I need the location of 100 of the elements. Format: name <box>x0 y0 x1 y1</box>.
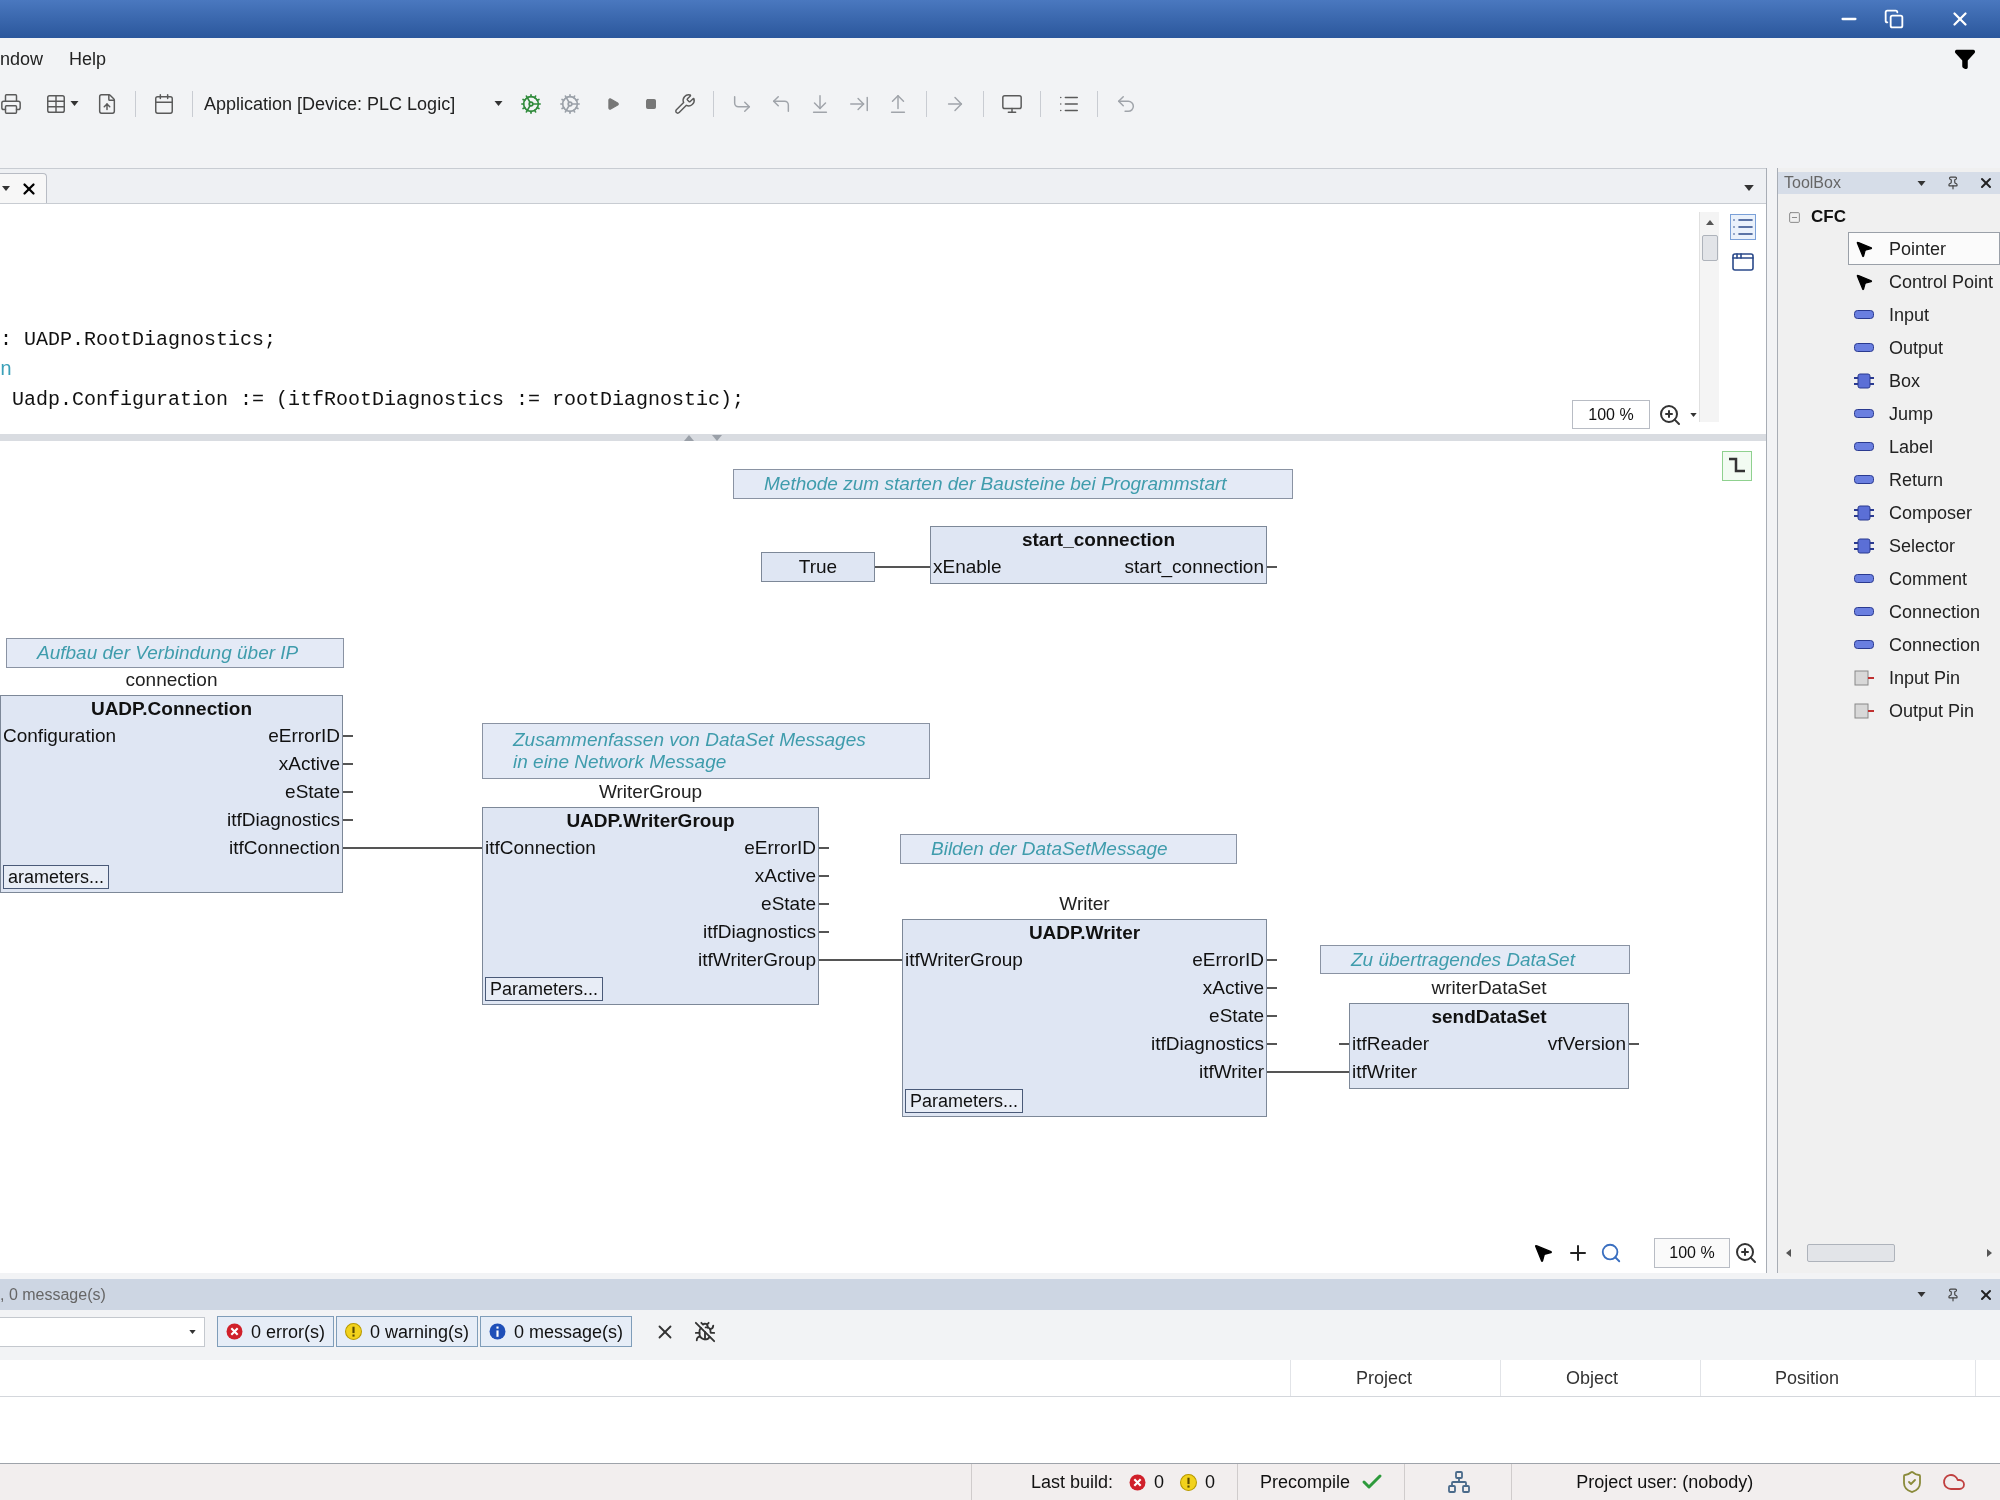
menu-item[interactable]: Help <box>69 47 107 70</box>
caret-down-icon[interactable] <box>70 101 79 106</box>
toolbox-item[interactable]: Label <box>1848 430 2000 463</box>
shield-icon[interactable] <box>1900 1470 1924 1494</box>
column-header[interactable]: Object <box>1500 1360 1700 1396</box>
toolbox-category[interactable]: CFC <box>1811 207 1846 227</box>
restore-icon[interactable] <box>1884 9 1904 29</box>
toolbox-item[interactable]: Comment <box>1848 562 2000 595</box>
bar-icon <box>1854 310 1874 319</box>
caret-down-icon[interactable] <box>1917 180 1926 186</box>
arrow-right-icon[interactable] <box>1987 1249 1992 1257</box>
arrow-left-icon[interactable] <box>1786 1249 1791 1257</box>
pin-icon[interactable] <box>1946 1287 1960 1302</box>
bar-icon <box>1854 442 1874 451</box>
function-block[interactable]: start_connection xEnable start_connection <box>930 526 1267 584</box>
calendar-icon[interactable] <box>153 92 175 115</box>
output-pin-label: eState <box>285 781 340 803</box>
table-icon[interactable] <box>45 92 67 115</box>
function-block[interactable]: UADP.Writer itfWriterGroup eErrorID xActive eState itfDiagnostics itfWriter Parameters... <box>902 919 1267 1117</box>
gear-icon[interactable] <box>520 92 543 115</box>
printer-icon[interactable] <box>0 92 22 115</box>
toolbox-item[interactable]: Control Point <box>1848 265 2000 298</box>
caret-down-icon[interactable] <box>1917 1292 1926 1297</box>
toolbox-item[interactable]: Pointer <box>1848 232 2000 265</box>
zoom-field[interactable]: 100 % <box>1572 400 1650 429</box>
input-pin-label: itfReader <box>1352 1033 1430 1055</box>
pin-icon[interactable] <box>1946 176 1960 190</box>
output-pin-label: xActive <box>278 753 340 775</box>
toolbox-item[interactable]: Composer <box>1848 496 2000 529</box>
panel-title: ToolBox <box>1784 173 1841 193</box>
cursor-icon[interactable] <box>1532 1242 1554 1264</box>
vertical-scrollbar[interactable] <box>1699 212 1719 422</box>
caret-down-icon[interactable] <box>189 1329 196 1334</box>
output-pin-label: xActive <box>754 865 816 887</box>
caret-down-icon[interactable] <box>1690 412 1697 417</box>
caret-down-icon[interactable] <box>2 186 10 191</box>
toolbox-item[interactable]: Input <box>1848 298 2000 331</box>
wrench-icon[interactable] <box>674 92 697 115</box>
caret-down-icon[interactable] <box>494 101 504 106</box>
application-selector[interactable]: Application [Device: PLC Logic] <box>204 92 456 115</box>
toolbox-item[interactable]: Output Pin <box>1848 694 2000 727</box>
output-pin-label: itfConnection <box>229 837 340 859</box>
arrow-up-icon[interactable] <box>1705 220 1714 225</box>
function-block[interactable]: sendDataSet itfReader vfVersion itfWriter <box>1349 1003 1629 1089</box>
column-header[interactable]: Project <box>1290 1360 1500 1396</box>
stop-icon[interactable] <box>645 97 658 110</box>
toolbox-item[interactable]: Connection <box>1848 628 2000 661</box>
parameters-button[interactable]: Parameters... <box>905 1089 1024 1113</box>
output-pin-label: eErrorID <box>1192 949 1264 971</box>
caret-down-icon[interactable] <box>1744 185 1754 191</box>
pin-block-icon <box>1854 702 1874 719</box>
filter-toggle[interactable]: 0 message(s) <box>480 1316 633 1347</box>
toolbox-item[interactable]: Input Pin <box>1848 661 2000 694</box>
column-header[interactable]: Position <box>1700 1360 1975 1396</box>
input-pin-label: Configuration <box>3 725 117 747</box>
toolbox-item[interactable]: Jump <box>1848 397 2000 430</box>
output-pin-label: eState <box>761 893 816 915</box>
close-icon[interactable] <box>1978 175 1994 191</box>
bar-icon <box>1854 607 1874 616</box>
output-pin-label: eErrorID <box>268 725 340 747</box>
menu-item[interactable]: ndow <box>0 47 44 70</box>
filter-toggle[interactable]: 0 error(s) <box>217 1316 334 1347</box>
toolbox-item[interactable]: Return <box>1848 463 2000 496</box>
toolbox-item[interactable]: Selector <box>1848 529 2000 562</box>
parameters-button[interactable]: Parameters... <box>485 977 604 1001</box>
zoom-icon[interactable] <box>1658 402 1682 427</box>
filter-icon[interactable] <box>1954 47 1976 70</box>
list-icon[interactable] <box>1729 214 1756 240</box>
editor-tab[interactable] <box>0 173 47 203</box>
parameters-button[interactable]: arameters... <box>3 865 110 889</box>
output-pin-label: itfDiagnostics <box>227 809 340 831</box>
network-icon[interactable] <box>1447 1470 1472 1494</box>
scroll-thumb[interactable] <box>1701 235 1718 261</box>
crossed-bug-icon[interactable] <box>694 1320 717 1343</box>
function-block[interactable]: UADP.Connection Configuration eErrorID xActive eState itfDiagnostics itfConnection arameters... <box>0 695 343 893</box>
error-icon <box>226 1323 243 1340</box>
filter-toggle[interactable]: 0 warning(s) <box>336 1316 479 1347</box>
toolbox-item[interactable]: Output <box>1848 331 2000 364</box>
input-pin-label: itfWriter <box>1352 1061 1418 1083</box>
zoom-icon[interactable] <box>1734 1241 1758 1265</box>
block-type: start_connection <box>1021 529 1176 551</box>
function-block[interactable]: UADP.WriterGroup itfConnection eErrorID xActive eState itfDiagnostics itfWriterGroup Parameters... <box>482 807 819 1005</box>
zoom-field[interactable]: 100 % <box>1654 1238 1730 1268</box>
last-build-label: Last build: <box>1031 1471 1114 1493</box>
output-pin-label: start_connection <box>1124 556 1264 578</box>
window-icon[interactable] <box>1730 250 1755 274</box>
output-pin-label: itfDiagnostics <box>1151 1033 1264 1055</box>
horizontal-scrollbar[interactable] <box>1786 1243 1992 1263</box>
toolbox-item[interactable]: Box <box>1848 364 2000 397</box>
file-upload-icon[interactable] <box>96 92 118 115</box>
search-icon[interactable] <box>1600 1242 1622 1264</box>
collapse-icon[interactable] <box>1788 210 1801 224</box>
input-constant[interactable]: True <box>761 552 875 582</box>
code-line: Uadp.Configuration := (itfRootDiagnostics := rootDiagnostic); <box>11 387 745 413</box>
toolbox-item[interactable]: Connection <box>1848 595 2000 628</box>
monitor-icon[interactable] <box>1001 92 1024 115</box>
instance-name: Writer <box>1059 893 1110 915</box>
block-icon <box>1854 504 1874 521</box>
scroll-thumb[interactable] <box>1807 1244 1895 1262</box>
play-icon[interactable] <box>606 96 621 111</box>
